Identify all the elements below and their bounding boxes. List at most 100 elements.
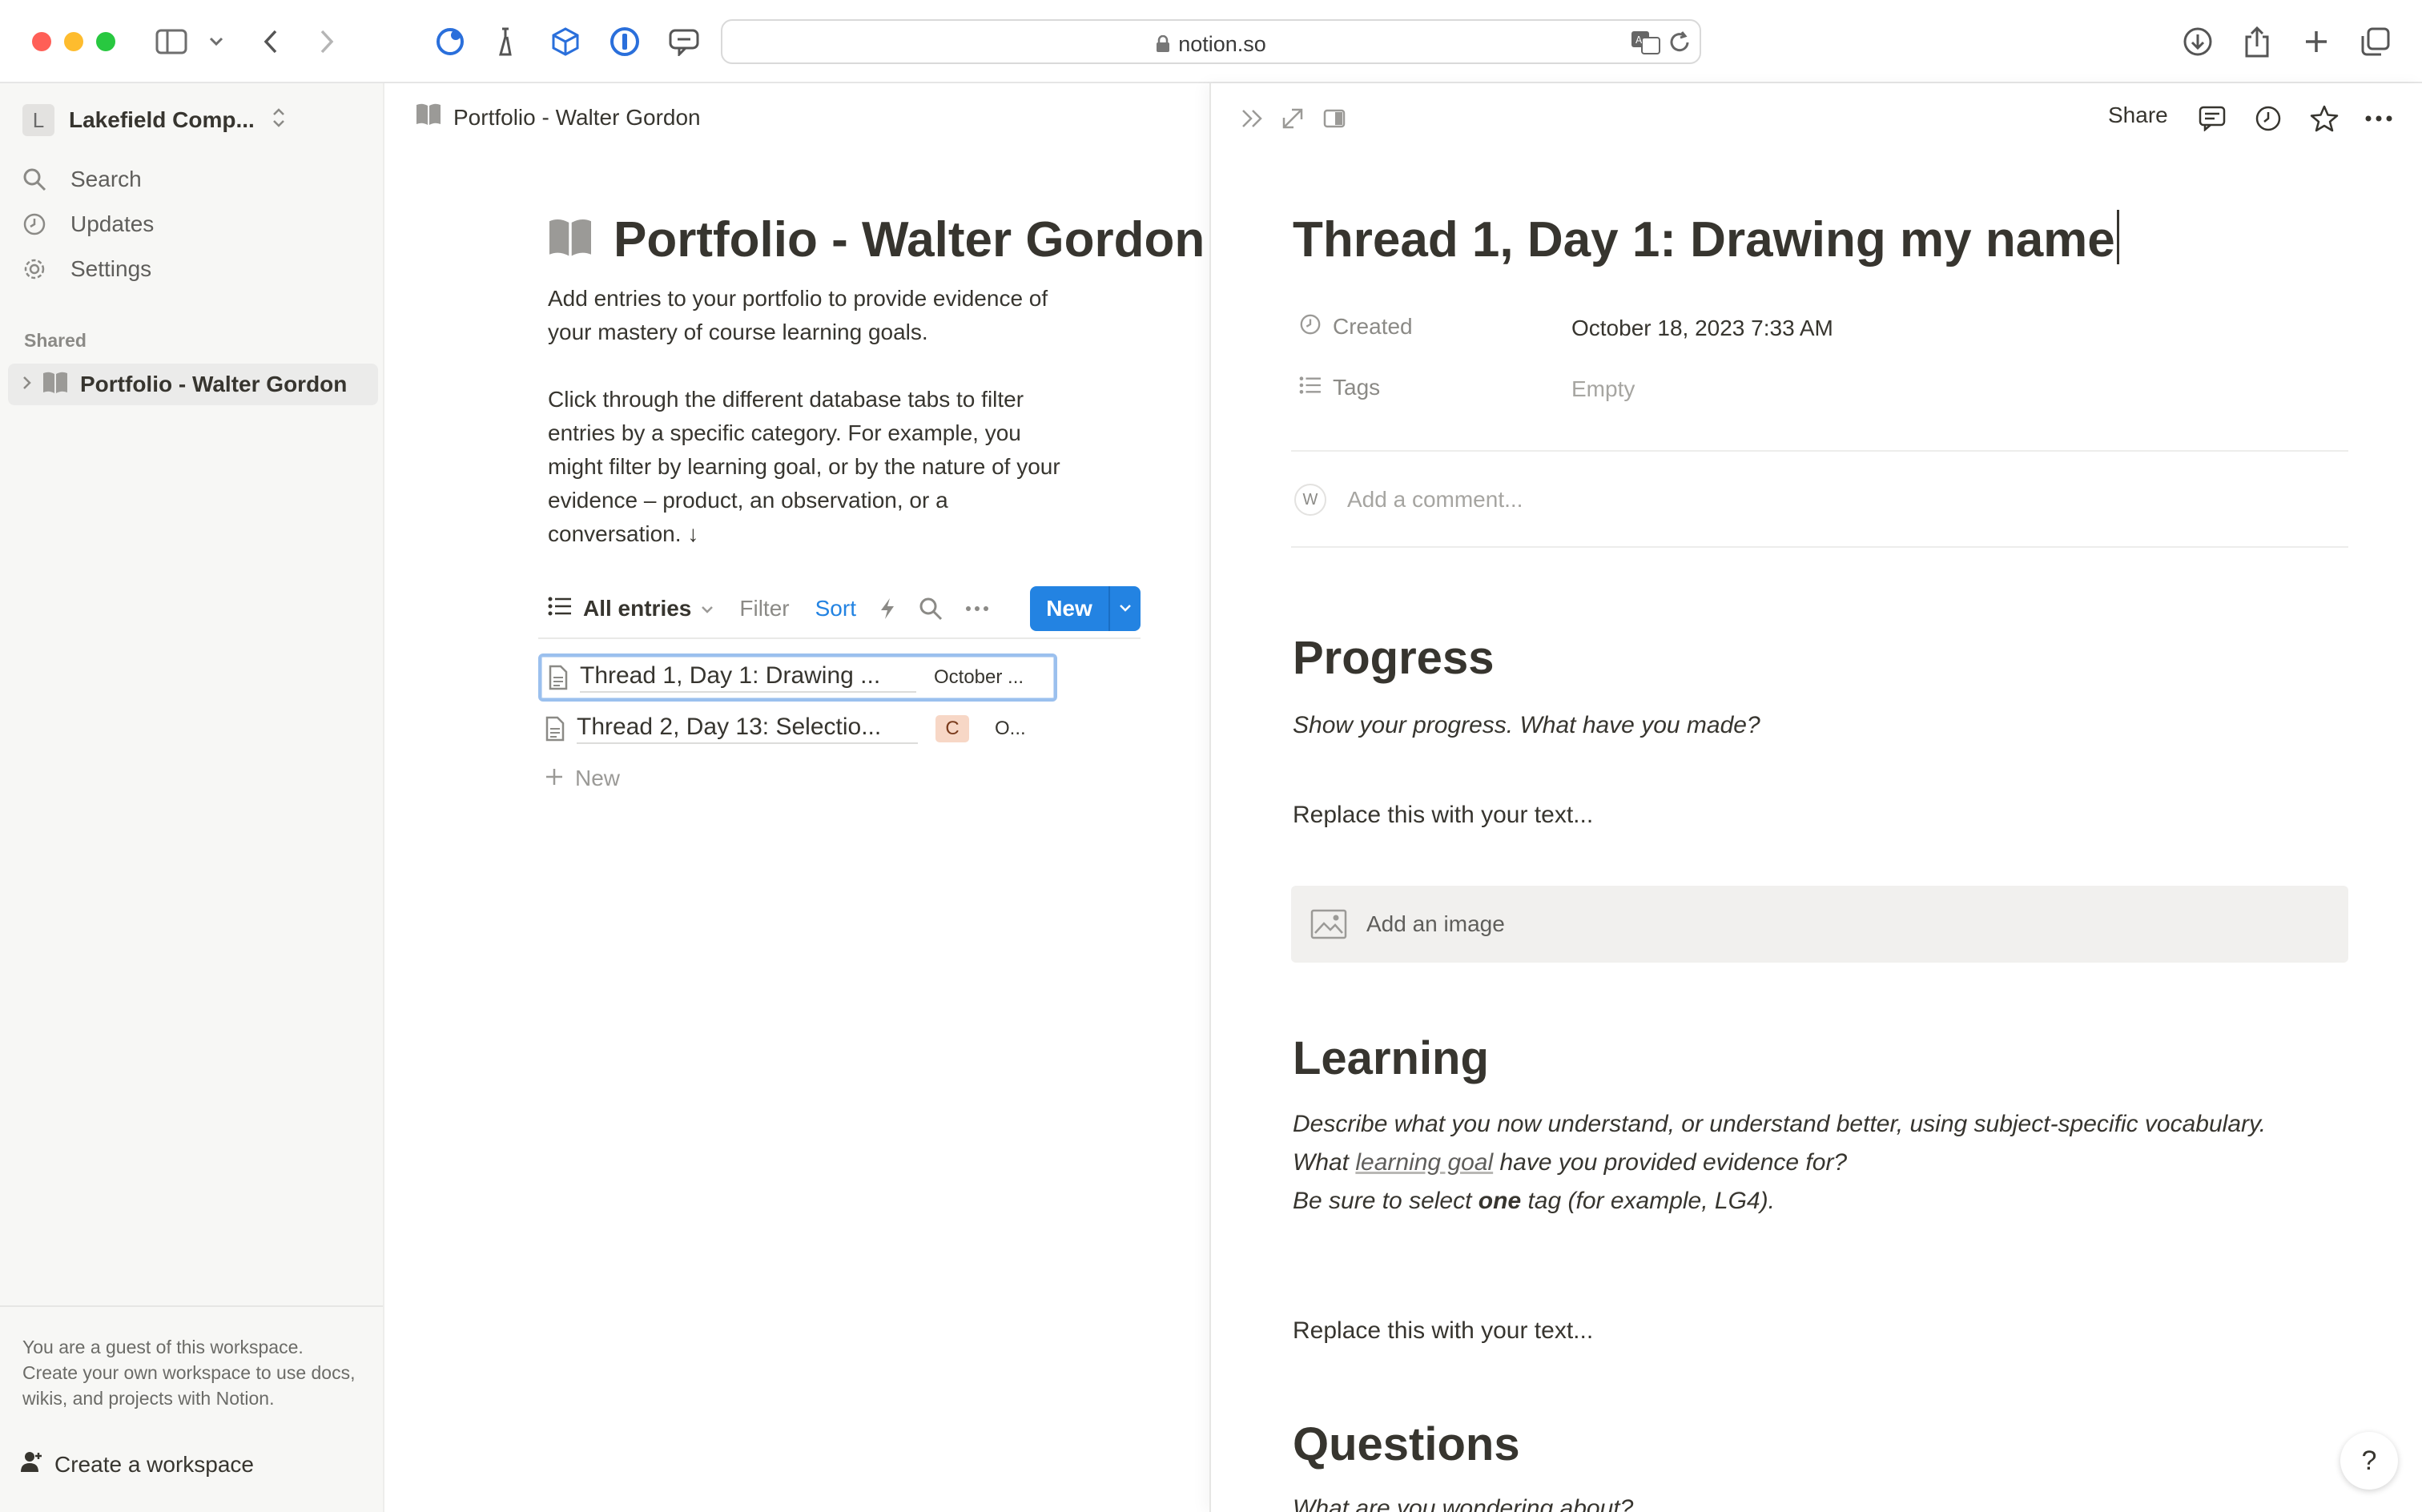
learning-prompt-line: What learning goal have you provided evi…: [1293, 1149, 1848, 1176]
chevron-down-icon[interactable]: [203, 21, 229, 62]
chevron-right-icon[interactable]: [22, 374, 32, 395]
page-title: Portfolio - Walter Gordon: [546, 211, 1205, 268]
close-window-button[interactable]: [32, 32, 51, 51]
automation-icon[interactable]: [879, 597, 896, 621]
new-entry-button-group: New: [1030, 586, 1141, 631]
search-icon: [22, 167, 51, 191]
learning-prompt-line: Describe what you now understand, or und…: [1293, 1111, 2267, 1137]
guest-notice: You are a guest of this workspace. Creat…: [0, 1305, 383, 1411]
entry-date-truncated: O...: [995, 718, 1026, 739]
questions-prompt[interactable]: What are you wondering about?: [1293, 1490, 2334, 1512]
forward-icon[interactable]: [306, 21, 348, 62]
page-description: Add entries to your portfolio to provide…: [548, 282, 1076, 585]
view-tab-all-entries[interactable]: All entries: [548, 596, 714, 622]
learning-goal-link[interactable]: learning goal: [1355, 1149, 1493, 1176]
history-icon[interactable]: [2251, 101, 2286, 136]
extension-icon-2[interactable]: [485, 21, 527, 62]
plus-icon: [545, 762, 564, 794]
comments-icon[interactable]: [2195, 101, 2230, 136]
downloads-icon[interactable]: [2177, 21, 2219, 62]
description-paragraph: Add entries to your portfolio to provide…: [548, 286, 1048, 344]
sidebar-item-settings[interactable]: Settings: [22, 250, 151, 288]
learning-prompt-line: Be sure to select one tag (for example, …: [1293, 1188, 1775, 1214]
tag-badge: C: [935, 715, 969, 742]
help-button[interactable]: ?: [2340, 1432, 2398, 1490]
url-text: notion.so: [1178, 32, 1266, 56]
avatar: W: [1294, 484, 1326, 516]
sort-button[interactable]: Sort: [815, 596, 856, 621]
peek-page-title-text: Thread 1, Day 1: Drawing my name: [1293, 212, 2115, 267]
breadcrumb[interactable]: Portfolio - Walter Gordon: [415, 103, 701, 132]
favorite-star-icon[interactable]: [2307, 101, 2342, 136]
add-person-icon: [19, 1450, 43, 1479]
property-label: Tags: [1333, 375, 1381, 400]
peek-page-title[interactable]: Thread 1, Day 1: Drawing my name: [1293, 210, 2119, 268]
more-options-icon[interactable]: [965, 605, 989, 612]
sidebar-item-search[interactable]: Search: [22, 160, 142, 199]
entry-title[interactable]: Thread 2, Day 13: Selectio...: [577, 714, 918, 744]
progress-prompt[interactable]: Show your progress. What have you made?: [1293, 706, 2334, 745]
back-icon[interactable]: [250, 21, 292, 62]
list-item[interactable]: Thread 1, Day 1: Drawing ... October ...: [538, 653, 1057, 702]
sidebar-item-label: Updates: [70, 211, 155, 236]
tags-value[interactable]: Empty: [1571, 376, 1635, 402]
extension-icon-5[interactable]: [663, 21, 705, 62]
book-icon: [546, 217, 594, 263]
new-tab-icon[interactable]: [2295, 21, 2337, 62]
close-peek-icon[interactable]: [1235, 101, 1270, 136]
new-entry-button[interactable]: New: [1030, 586, 1108, 631]
add-image-block[interactable]: Add an image: [1291, 886, 2348, 963]
property-tags[interactable]: Tags: [1299, 370, 1380, 405]
add-new-entry-button[interactable]: New: [545, 762, 620, 794]
reload-icon[interactable]: [1668, 30, 1692, 58]
book-icon: [42, 371, 69, 399]
sidebar-item-portfolio[interactable]: Portfolio - Walter Gordon: [8, 364, 378, 405]
expand-icon[interactable]: [1275, 101, 1310, 136]
workspace-name: Lakefield Comp...: [69, 107, 255, 132]
list-item[interactable]: Thread 2, Day 13: Selectio... C O...: [538, 705, 1057, 753]
entry-created-date: October ...: [934, 666, 1024, 688]
sidebar-toggle-icon[interactable]: [151, 21, 192, 62]
book-icon: [415, 103, 442, 132]
more-options-icon[interactable]: [2361, 101, 2396, 136]
learning-text[interactable]: Replace this with your text...: [1293, 1312, 2334, 1350]
tab-overview-icon[interactable]: [2355, 21, 2396, 62]
translate-icon[interactable]: A: [1631, 30, 1661, 58]
divider: [1291, 546, 2348, 548]
add-image-label: Add an image: [1366, 911, 1505, 936]
extension-icon-3[interactable]: [545, 21, 586, 62]
view-tab-label: All entries: [583, 596, 692, 621]
text-cursor: [2116, 210, 2119, 264]
description-paragraph: Click through the different database tab…: [548, 387, 1060, 546]
new-entry-dropdown[interactable]: [1108, 586, 1141, 631]
sidebar-item-label: Portfolio - Walter Gordon: [80, 372, 348, 396]
svg-text:A: A: [1635, 34, 1643, 46]
side-peek-icon[interactable]: [1317, 101, 1352, 136]
browser-toolbar: notion.so A: [0, 0, 2422, 83]
document-icon: [548, 665, 569, 690]
extension-icon-1[interactable]: [429, 21, 471, 62]
zoom-window-button[interactable]: [96, 32, 115, 51]
learning-heading[interactable]: Learning: [1293, 1031, 1489, 1085]
questions-heading[interactable]: Questions: [1293, 1418, 1520, 1471]
address-bar[interactable]: notion.so A: [721, 19, 1701, 64]
property-label: Created: [1333, 314, 1413, 339]
progress-heading[interactable]: Progress: [1293, 631, 1494, 685]
share-button[interactable]: Share: [2108, 103, 2168, 128]
add-new-label: New: [575, 765, 621, 790]
comment-input[interactable]: Add a comment...: [1347, 487, 1523, 513]
entry-title[interactable]: Thread 1, Day 1: Drawing ...: [580, 662, 916, 693]
image-icon: [1310, 909, 1347, 939]
share-sheet-icon[interactable]: [2236, 21, 2278, 62]
filter-button[interactable]: Filter: [739, 596, 789, 621]
page-title-text: Portfolio - Walter Gordon: [614, 212, 1205, 267]
search-icon[interactable]: [919, 597, 943, 621]
progress-text[interactable]: Replace this with your text...: [1293, 796, 2334, 834]
sidebar-item-updates[interactable]: Updates: [22, 205, 154, 243]
password-manager-icon[interactable]: [604, 21, 646, 62]
workspace-switcher[interactable]: L Lakefield Comp...: [22, 103, 285, 138]
create-workspace-button[interactable]: Create a workspace: [19, 1450, 254, 1479]
comment-composer[interactable]: W Add a comment...: [1294, 484, 1523, 516]
learning-prompt[interactable]: Describe what you now understand, or und…: [1293, 1105, 2334, 1220]
minimize-window-button[interactable]: [64, 32, 83, 51]
